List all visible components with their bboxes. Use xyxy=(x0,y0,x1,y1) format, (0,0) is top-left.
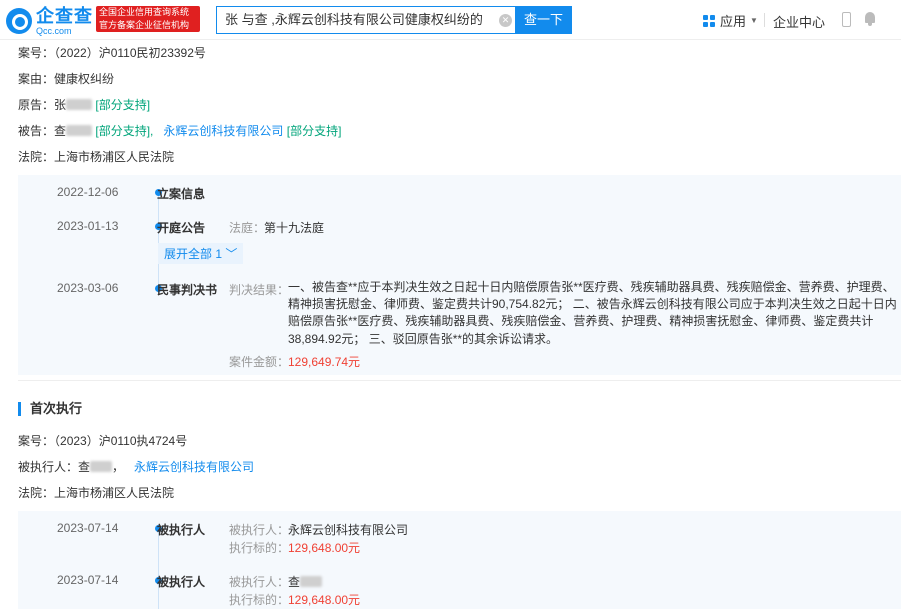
mobile-icon[interactable] xyxy=(842,12,851,27)
executee1-name[interactable]: 查 xyxy=(78,460,90,474)
apps-grid-icon xyxy=(703,14,715,27)
defendant1-tag: [部分支持], xyxy=(95,124,154,138)
court-row: 法院：上海市杨浦区人民法院 xyxy=(18,486,175,500)
enterprise-center-link[interactable]: 企业中心 xyxy=(773,12,825,31)
court-row: 法院：上海市杨浦区人民法院 xyxy=(18,150,175,164)
defendant2-company-link[interactable]: 永辉云创科技有限公司 xyxy=(163,124,283,138)
executee-row: 被执行人：查， 永辉云创科技有限公司 xyxy=(18,460,255,474)
case-cause: 健康权纠纷 xyxy=(54,72,115,86)
plaintiff-name: 张 xyxy=(54,98,67,112)
search-button[interactable]: 查一下 xyxy=(515,6,572,34)
case2-timeline: 2023-07-14 被执行人 被执行人： 永辉云创科技有限公司 执行标的： 1… xyxy=(18,511,901,609)
timeline-type[interactable]: 开庭公告 xyxy=(157,219,205,236)
timeline-type: 立案信息 xyxy=(157,187,206,201)
timeline-type[interactable]: 被执行人 xyxy=(157,521,205,538)
search-input[interactable]: 张 与查 ,永辉云创科技有限公司健康权纠纷的 ✕ xyxy=(216,6,516,34)
executee2-company-link[interactable]: 永辉云创科技有限公司 xyxy=(134,460,254,474)
chevron-down-icon: ﹀ xyxy=(225,247,238,261)
case-number-row: 案号：（2023）沪0110执4724号 xyxy=(18,434,188,448)
timeline-date: 2023-01-13 xyxy=(57,219,119,233)
case-number-row: 案号：（2022）沪0110民初23392号 xyxy=(18,46,206,60)
logo-search-icon xyxy=(6,8,32,34)
logo-text: 企查查 xyxy=(36,6,93,26)
case-number: （2022）沪0110民初23392号 xyxy=(54,46,206,60)
judgment-result: 一、被告查**应于本判决生效之日起十日内赔偿原告张**医疗费、残疾辅助器具费、残… xyxy=(288,280,897,346)
divider xyxy=(18,380,901,381)
logo-domain: Qcc.com xyxy=(36,26,72,36)
executee-person: 查 xyxy=(288,573,323,590)
hearing-room: 第十九法庭 xyxy=(264,221,325,235)
official-badge: 全国企业信用查询系统 官方备案企业征信机构 xyxy=(96,6,200,32)
qcc-logo[interactable]: 企查查 Qcc.com xyxy=(6,6,93,36)
court-name: 上海市杨浦区人民法院 xyxy=(54,150,175,164)
case1-timeline: 2022-12-06 立案信息 2023-01-13 开庭公告 法庭： 第十九法… xyxy=(18,175,901,375)
timeline-date: 2023-03-06 xyxy=(57,281,119,295)
execution-amount: 129,648.00元 xyxy=(288,593,361,607)
plaintiff-tag: [部分支持] xyxy=(95,98,151,112)
defendant2-tag: [部分支持] xyxy=(286,124,342,138)
case-number: （2023）沪0110执4724号 xyxy=(54,434,188,448)
case-amount: 129,649.74元 xyxy=(288,355,361,369)
caret-down-icon: ▼ xyxy=(750,16,758,25)
notification-bell-icon[interactable] xyxy=(864,12,876,26)
defendant-row: 被告：查 [部分支持], 永辉云创科技有限公司 [部分支持] xyxy=(18,124,342,138)
clear-search-icon[interactable]: ✕ xyxy=(499,14,512,27)
divider xyxy=(764,13,765,27)
plaintiff-row: 原告：张 [部分支持] xyxy=(18,98,151,112)
timeline-type[interactable]: 民事判决书 xyxy=(157,281,217,298)
execution-amount: 129,648.00元 xyxy=(288,541,361,555)
executee-company-link[interactable]: 永辉云创科技有限公司 xyxy=(288,521,408,538)
case-cause-row: 案由：健康权纠纷 xyxy=(18,72,115,86)
court-name: 上海市杨浦区人民法院 xyxy=(54,486,175,500)
timeline-date: 2023-07-14 xyxy=(57,521,119,535)
apps-menu-button[interactable]: 应用 ▼ xyxy=(703,11,758,30)
timeline-date: 2023-07-14 xyxy=(57,573,119,587)
expand-all-button[interactable]: 展开全部 1 ﹀ xyxy=(158,243,244,264)
timeline-date: 2022-12-06 xyxy=(57,185,119,199)
timeline-type[interactable]: 被执行人 xyxy=(157,573,205,590)
top-bar: 企查查 Qcc.com 全国企业信用查询系统 官方备案企业征信机构 张 与查 ,… xyxy=(0,0,901,40)
section-title: 首次执行 xyxy=(18,402,82,416)
defendant1-name[interactable]: 查 xyxy=(54,124,66,138)
